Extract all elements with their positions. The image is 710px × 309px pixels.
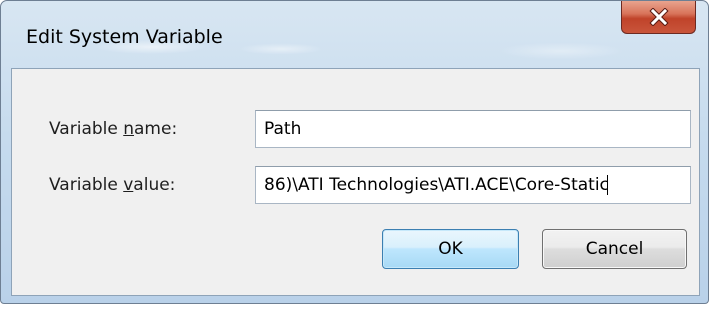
close-x-icon bbox=[648, 8, 669, 26]
ok-button[interactable]: OK bbox=[382, 229, 519, 269]
variable-name-label: Variable name: bbox=[49, 119, 178, 139]
variable-value-label: Variable value: bbox=[49, 175, 176, 195]
dialog-title: Edit System Variable bbox=[26, 26, 223, 48]
variable-name-field[interactable]: Path bbox=[255, 110, 691, 148]
dialog-client-area: Variable name: Path Variable value: 86)\… bbox=[11, 68, 700, 296]
variable-value-field[interactable]: 86)\ATI Technologies\ATI.ACE\Core-Static bbox=[255, 166, 691, 204]
text-caret bbox=[606, 175, 608, 195]
cancel-button[interactable]: Cancel bbox=[542, 229, 687, 269]
close-button[interactable] bbox=[621, 1, 696, 34]
edit-system-variable-dialog: Edit System Variable Variable name: Path… bbox=[0, 0, 709, 304]
variable-value-text: 86)\ATI Technologies\ATI.ACE\Core-Static bbox=[264, 175, 609, 195]
